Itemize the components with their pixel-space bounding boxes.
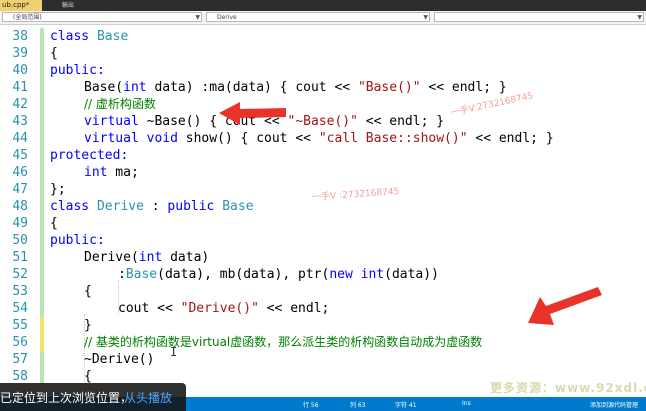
code-text: } (84, 318, 92, 333)
tab-file[interactable]: ub.cpp* (0, 0, 42, 11)
function-dropdown[interactable]: ▼ (434, 12, 644, 22)
tab-bar: ub.cpp* 輸出 (0, 0, 646, 11)
code-text: { (50, 46, 58, 61)
code-text: ~Derive() (84, 352, 155, 367)
code-line[interactable]: cout << "Derive()" << endl; (0, 300, 646, 317)
code-text: virtual ~Base() { cout << "~Base()" << e… (84, 114, 445, 129)
chevron-down-icon: ▼ (637, 14, 642, 21)
source-control-button[interactable]: 添加到源代码管理 (590, 400, 638, 409)
code-comment: // 基类的析构函数是virtual虚函数，那么派生类的析构函数自动成为虚函数 (84, 335, 483, 349)
scope-label: (全局范围) (13, 14, 42, 21)
code-line[interactable]: { (0, 215, 646, 232)
code-line[interactable]: Base(int data) :ma(data) { cout << "Base… (0, 79, 646, 96)
promo-watermark: 更多资源：www.92xdl.com (490, 381, 646, 395)
code-line[interactable]: protected: (0, 147, 646, 164)
code-line[interactable]: Derive(int data) (0, 249, 646, 266)
code-comment: // 虚析构函数 (84, 97, 156, 111)
code-line[interactable]: public: (0, 62, 646, 79)
code-text: Derive(int data) (84, 250, 210, 265)
chevron-down-icon: ▼ (195, 14, 200, 21)
code-text: public: (50, 233, 105, 248)
tab-output[interactable]: 輸出 (62, 0, 74, 11)
code-line[interactable]: } (0, 317, 646, 334)
code-text: { (84, 284, 92, 299)
code-text: protected: (50, 148, 129, 163)
code-line[interactable]: // 虚析构函数 (0, 96, 646, 113)
code-line[interactable]: :Base(data), mb(data), ptr(new int(data)… (0, 266, 646, 283)
code-text: virtual void show() { cout << "call Base… (84, 131, 554, 146)
play-from-start-link[interactable]: 从头播放 (124, 389, 172, 406)
chevron-down-icon: ▼ (423, 14, 428, 21)
member-dropdown[interactable]: Derive ▼ (206, 12, 430, 22)
member-label: Derive (217, 14, 237, 21)
scope-dropdown[interactable]: (全局范围) ▼ (2, 12, 202, 22)
resume-toast: 已定位到上次浏览位置， 从头播放 (0, 383, 186, 411)
navigation-bar: (全局范围) ▼ Derive ▼ ▼ (0, 11, 646, 25)
code-line[interactable]: public: (0, 232, 646, 249)
code-text: :Base(data), mb(data), ptr(new int(data)… (118, 267, 439, 282)
code-line[interactable]: int ma; (0, 164, 646, 181)
code-text: }; (50, 182, 66, 197)
code-text: cout << "Derive()" << endl; (118, 301, 330, 316)
status-row: 行 56 (303, 402, 319, 409)
status-char: 字符 41 (395, 402, 417, 409)
code-text: int ma; (84, 165, 139, 180)
code-line[interactable]: { (0, 283, 646, 300)
code-text: { (50, 216, 58, 231)
code-editor[interactable]: 38 39 40 41 42 43 44 45 46 47 48 49 50 51 52 53 54 55 56 57… (0, 25, 646, 386)
code-text: public: (50, 63, 105, 78)
code-line[interactable]: ~Derive() (0, 351, 646, 368)
status-column: 列 63 (350, 402, 366, 409)
code-line[interactable]: // 基类的析构函数是virtual虚函数，那么派生类的析构函数自动成为虚函数 (0, 334, 646, 351)
code-line[interactable]: virtual ~Base() { cout << "~Base()" << e… (0, 113, 646, 130)
toast-message: 已定位到上次浏览位置， (0, 391, 133, 405)
status-insert-mode: Ins (462, 400, 471, 407)
text-cursor-icon: I (170, 345, 178, 359)
code-line[interactable]: { (0, 45, 646, 62)
code-line[interactable]: virtual void show() { cout << "call Base… (0, 130, 646, 147)
code-text: class Base (50, 29, 129, 44)
code-line[interactable]: class Base (0, 28, 646, 45)
code-text: Base(int data) :ma(data) { cout << "Base… (84, 80, 507, 95)
code-text: class Derive : public Base (50, 199, 254, 214)
